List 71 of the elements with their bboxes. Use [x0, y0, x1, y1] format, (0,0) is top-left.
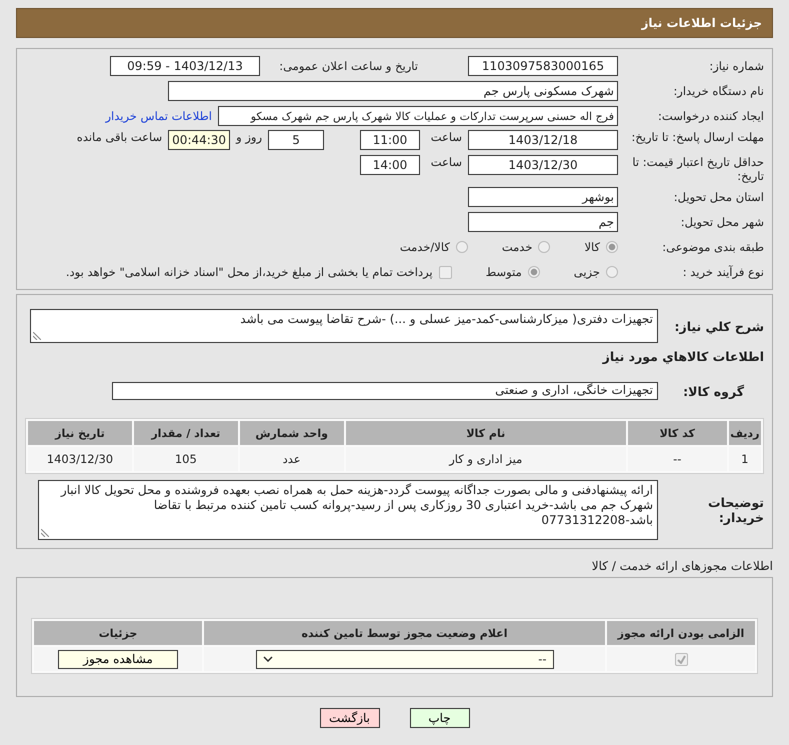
payment-note: پرداخت تمام یا بخشی از مبلغ خرید،از محل "اسناد خزانه اسلامی" خواهد بود. — [66, 265, 433, 279]
radio-button[interactable] — [538, 241, 550, 253]
column-header: تعداد / مقدار — [134, 421, 238, 445]
back-button[interactable]: بازگشت — [320, 708, 380, 728]
remaining-time-field: 00:44:30 — [168, 130, 230, 150]
radio-label: جزیی — [574, 265, 600, 279]
field-label: نام دستگاه خریدار: — [672, 84, 764, 98]
buyer-notes-field: ارائه پیشنهادفنی و مالی بصورت جداگانه پیوست گردد-هزینه حمل به همراه نصب بعهده فروشنده و محل تحویل کالا انبار شهرک جم می باشد-خرید اعتباری 30 روزکاری پس از رسید-پروانه کسب تامین کننده مرتبط با تقاضا باشد-07731312208 — [38, 480, 658, 540]
section-title: اطلاعات مجوزهای ارائه خدمت / کالا — [590, 559, 773, 573]
view-license-button[interactable]: مشاهده مجوز — [58, 650, 178, 668]
field-label: مهلت ارسال پاسخ: تا تاریخ: — [630, 130, 764, 144]
buyer-field: شهرک مسکونی پارس جم — [168, 81, 618, 101]
table-cell: عدد — [240, 447, 344, 471]
field-label: شرح كلي نياز: — [674, 318, 764, 334]
radio-button[interactable] — [606, 266, 618, 278]
time-label: ساعت — [430, 155, 462, 169]
radio-label: متوسط — [486, 265, 522, 279]
field-label: تاریخ و ساعت اعلان عمومی: — [278, 59, 418, 73]
radio-label: کالا/خدمت — [400, 240, 450, 254]
goods-group-field: تجهیزات خانگی، اداری و صنعتی — [112, 382, 658, 400]
city-field: جم — [468, 212, 618, 232]
days-field: 5 — [268, 130, 324, 150]
status-dropdown[interactable]: -- — [256, 650, 554, 668]
page-header: جزئیات اطلاعات نیاز — [16, 8, 773, 38]
field-label: شماره نیاز: — [708, 59, 764, 73]
field-label: ایجاد کننده درخواست: — [657, 109, 764, 123]
field-label: توضیحات خریدار: — [707, 495, 764, 525]
field-label: گروه کالا: — [682, 384, 745, 398]
field-label: طبقه بندی موضوعی: — [661, 240, 764, 254]
field-label: حداقل تاریخ اعتبار قیمت: تا تاریخ: — [631, 155, 764, 183]
radio-label: خدمت — [502, 240, 532, 254]
column-header: واحد شمارش — [240, 421, 344, 445]
radio-label: کالا — [584, 240, 600, 254]
validity-date-field: 1403/12/30 — [468, 155, 618, 175]
table-cell: 105 — [134, 447, 238, 471]
column-header: کد کالا — [628, 421, 727, 445]
need-number-field: 1103097583000165 — [468, 56, 618, 76]
description-field: تجهیزات دفتری( میزکارشناسی-کمد-میز عسلی و ...) -شرح تقاضا پیوست می باشد — [30, 309, 658, 343]
radio-button[interactable] — [528, 266, 540, 278]
creator-field: فرج اله حسنی سرپرست تدارکات و عملیات کالا شهرک پارس جم شهرک مسکو — [218, 106, 618, 126]
table-cell: -- — [628, 447, 727, 471]
section-title: اطلاعات كالاهاي مورد نياز — [601, 349, 764, 364]
time-label: ساعت — [430, 130, 462, 144]
province-field: بوشهر — [468, 187, 618, 207]
table-cell: میز اداری و کار — [346, 447, 626, 471]
deadline-time-field: 11:00 — [360, 130, 420, 150]
radio-button[interactable] — [606, 241, 618, 253]
column-header: جزئیات — [34, 621, 202, 645]
chevron-down-icon — [262, 656, 272, 662]
validity-time-field: 14:00 — [360, 155, 420, 175]
resize-grip-icon[interactable] — [41, 529, 49, 537]
field-label: استان محل تحویل: — [672, 190, 764, 204]
column-header: ردیف — [728, 421, 761, 445]
field-label: شهر محل تحویل: — [680, 215, 764, 229]
payment-checkbox[interactable] — [438, 266, 452, 278]
column-header: نام کالا — [346, 421, 626, 445]
remaining-label: ساعت باقی مانده — [76, 130, 162, 144]
table-cell: 1403/12/30 — [28, 447, 132, 471]
field-label: نوع فرآیند خرید : — [682, 265, 764, 279]
column-header: تاریخ نیاز — [28, 421, 132, 445]
resize-grip-icon[interactable] — [33, 332, 41, 340]
deadline-date-field: 1403/12/18 — [468, 130, 618, 150]
table-cell: 1 — [728, 447, 761, 471]
announce-date-field: 1403/12/13 - 09:59 — [110, 56, 260, 76]
days-label: روز و — [236, 130, 262, 144]
buyer-contact-link[interactable]: اطلاعات تماس خریدار — [105, 109, 212, 123]
print-button[interactable]: چاپ — [410, 708, 470, 728]
column-header: الزامی بودن ارائه مجوز — [607, 621, 755, 645]
radio-button[interactable] — [456, 241, 468, 253]
required-checkbox[interactable] — [674, 652, 688, 666]
column-header: اعلام وضعیت مجوز توسط تامین کننده — [204, 621, 605, 645]
